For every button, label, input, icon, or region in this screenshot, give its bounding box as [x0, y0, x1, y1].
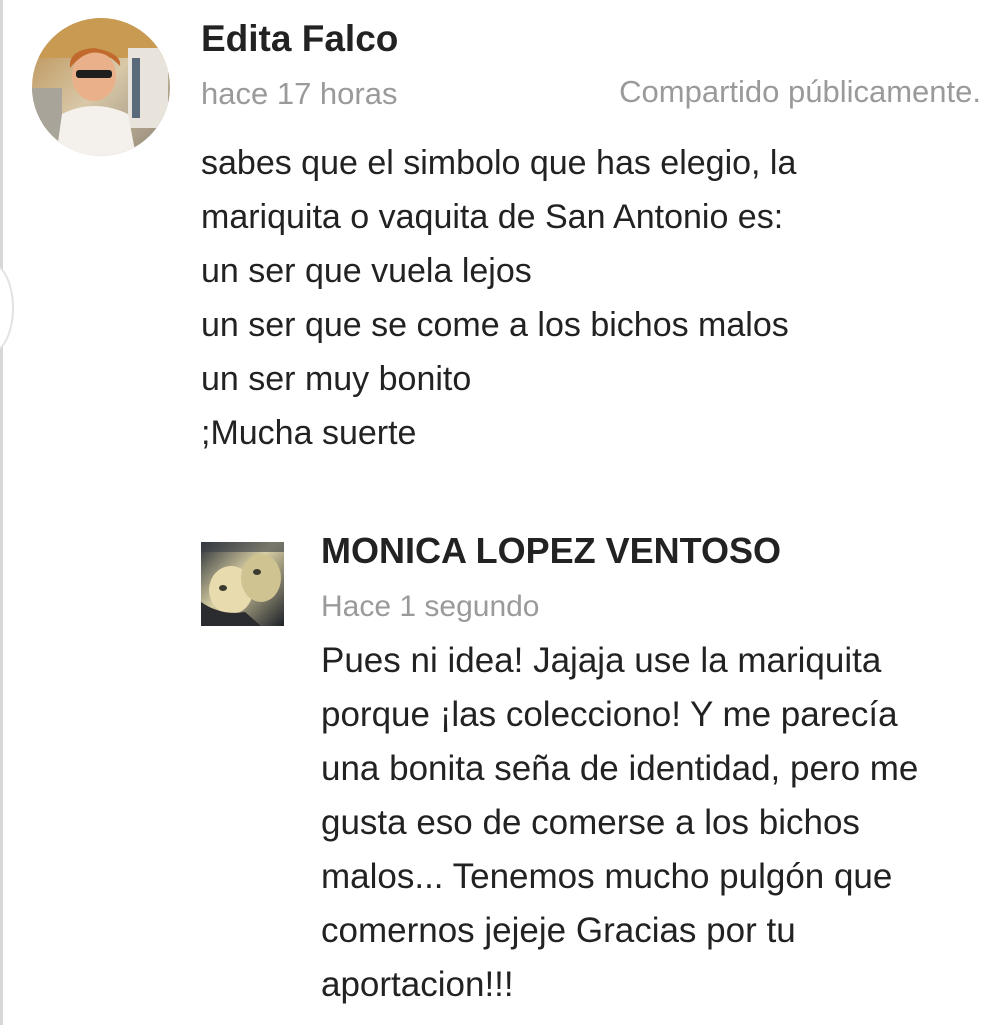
comment-line: sabes que el simbolo que has elegio, la	[201, 144, 797, 182]
comment-line: mariquita o vaquita de San Antonio es:	[201, 198, 784, 236]
comment-thread: Edita Falco hace 17 horas Compartido púb…	[0, 0, 983, 1025]
reply-line: porque ¡las colecciono! Y me parecía	[321, 695, 898, 734]
reply-avatar-photo	[201, 542, 284, 626]
reply-avatar[interactable]	[201, 542, 284, 626]
reply-line: malos... Tenemos mucho pulgón que	[321, 857, 893, 896]
visibility-label: Compartido públicamente.	[619, 74, 981, 109]
comment-timestamp: hace 17 horas	[201, 76, 398, 111]
reply-timestamp: Hace 1 segundo	[321, 590, 540, 623]
comment-author[interactable]: Edita Falco	[201, 18, 398, 60]
comment-line: un ser que se come a los bichos malos	[201, 306, 789, 344]
reply-line: comernos jejeje Gracias por tu	[321, 911, 796, 950]
reply-line: gusta eso de comerse a los bichos	[321, 803, 860, 842]
comment-line: un ser que vuela lejos	[201, 252, 532, 290]
comment-line: ;Mucha suerte	[201, 414, 417, 452]
side-drawer-handle[interactable]	[0, 262, 14, 354]
comment-body: sabes que el simbolo que has elegio, la …	[201, 136, 961, 460]
thread-rail	[0, 0, 3, 1025]
reply-line: Pues ni idea! Jajaja use la mariquita	[321, 641, 882, 680]
reply-body: Pues ni idea! Jajaja use la mariquita po…	[321, 634, 981, 1012]
reply-line: aportacion!!!	[321, 965, 514, 1004]
avatar-photo	[32, 18, 170, 156]
comment-line: un ser muy bonito	[201, 360, 472, 398]
reply-line: una bonita seña de identidad, pero me	[321, 749, 919, 788]
avatar[interactable]	[32, 18, 170, 156]
reply-author[interactable]: MONICA LOPEZ VENTOSO	[321, 530, 781, 572]
